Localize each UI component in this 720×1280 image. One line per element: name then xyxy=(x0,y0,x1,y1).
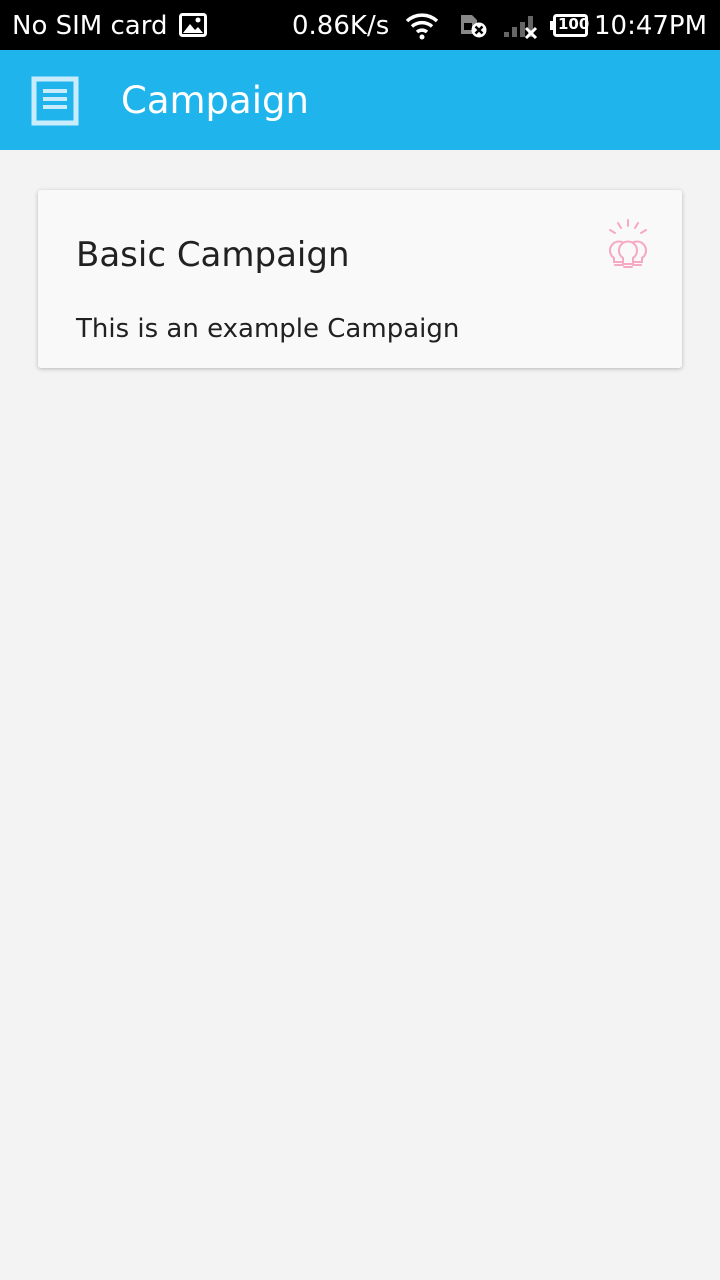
battery-icon: 100 xyxy=(550,14,590,42)
page-title: Campaign xyxy=(121,79,309,122)
campaign-card[interactable]: Basic Campaign This is an example Campai… xyxy=(38,190,682,368)
campaign-description: This is an example Campaign xyxy=(76,314,460,344)
menu-button[interactable] xyxy=(24,72,88,130)
app-bar: Campaign xyxy=(0,50,720,150)
wifi-icon xyxy=(405,12,439,44)
lightbulbs-icon xyxy=(604,218,652,275)
menu-icon xyxy=(24,76,82,134)
carrier-text: No SIM card xyxy=(12,11,168,41)
battery-level: 100 xyxy=(558,15,590,33)
signal-none-icon xyxy=(503,13,539,43)
network-speed: 0.86K/s xyxy=(292,11,390,41)
sim-error-icon xyxy=(458,13,488,43)
image-icon xyxy=(179,13,207,41)
status-bar: No SIM card 0.86K/s 100 10:47PM xyxy=(0,0,720,50)
clock: 10:47PM xyxy=(594,11,708,41)
campaign-title: Basic Campaign xyxy=(76,235,350,275)
